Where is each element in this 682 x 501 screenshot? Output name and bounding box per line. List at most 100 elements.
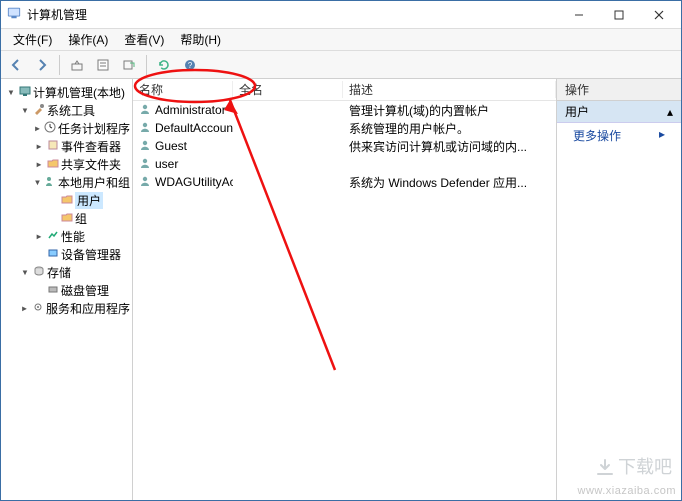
back-button[interactable] xyxy=(5,54,27,76)
expander-icon[interactable]: ▸ xyxy=(19,301,30,315)
actions-more[interactable]: 更多操作 ▸ xyxy=(557,123,681,148)
user-desc: 系统管理的用户帐户。 xyxy=(343,120,556,137)
tools-icon xyxy=(33,103,45,118)
chevron-right-icon: ▸ xyxy=(659,127,665,141)
label: 用户 xyxy=(75,192,103,209)
label: 设备管理器 xyxy=(61,246,121,263)
tree-pane[interactable]: ▾ 计算机管理(本地) ▾ 系统工具 ▸任务计划程序 xyxy=(1,79,133,500)
menu-help[interactable]: 帮助(H) xyxy=(172,29,229,50)
user-icon xyxy=(139,175,151,190)
label: 性能 xyxy=(61,228,85,245)
gear-icon xyxy=(32,301,44,316)
toolbar-separator-2 xyxy=(146,55,147,75)
expander-icon[interactable]: ▸ xyxy=(33,229,45,243)
tree-sys-tools[interactable]: ▾ 系统工具 xyxy=(19,101,130,119)
folder-icon xyxy=(61,193,73,208)
computer-icon xyxy=(19,85,31,100)
close-button[interactable] xyxy=(639,3,679,27)
list-row[interactable]: WDAGUtilityAccount 系统为 Windows Defender 应… xyxy=(133,173,556,191)
actions-header: 操作 xyxy=(557,79,681,101)
expander-icon[interactable]: ▸ xyxy=(33,139,45,153)
export-button[interactable] xyxy=(118,54,140,76)
menu-view[interactable]: 查看(V) xyxy=(116,29,172,50)
help-button[interactable]: ? xyxy=(179,54,201,76)
user-name: WDAGUtilityAccount xyxy=(155,175,233,189)
tree-disk-management[interactable]: 磁盘管理 xyxy=(33,281,130,299)
toolbar-separator xyxy=(59,55,60,75)
forward-button[interactable] xyxy=(31,54,53,76)
user-icon xyxy=(139,157,151,172)
clock-icon xyxy=(44,121,56,136)
user-name: Guest xyxy=(155,139,187,153)
actions-group-header[interactable]: 用户 ▴ xyxy=(557,101,681,123)
window-title: 计算机管理 xyxy=(27,6,559,23)
tree-groups[interactable]: 组 xyxy=(47,209,130,227)
window-buttons xyxy=(559,3,679,27)
list-row[interactable]: DefaultAccount 系统管理的用户帐户。 xyxy=(133,119,556,137)
expander-icon[interactable]: ▾ xyxy=(5,85,17,99)
user-desc: 供来宾访问计算机或访问域的内... xyxy=(343,138,556,155)
col-header-fullname[interactable]: 全名 xyxy=(233,81,343,98)
user-name: DefaultAccount xyxy=(155,121,233,135)
user-icon xyxy=(139,121,151,136)
label: 事件查看器 xyxy=(61,138,121,155)
menubar: 文件(F) 操作(A) 查看(V) 帮助(H) xyxy=(1,29,681,51)
label: 本地用户和组 xyxy=(58,174,130,191)
chart-icon xyxy=(47,229,59,244)
toolbar: ? xyxy=(1,51,681,79)
tree-shared-folders[interactable]: ▸ 共享文件夹 xyxy=(33,155,130,173)
list-row[interactable]: Administrator管理计算机(域)的内置帐户 xyxy=(133,101,556,119)
tree-root-label: 计算机管理(本地) xyxy=(33,84,125,101)
expander-icon[interactable]: ▸ xyxy=(33,121,42,135)
tree-task-scheduler[interactable]: ▸任务计划程序 xyxy=(33,119,130,137)
maximize-button[interactable] xyxy=(599,3,639,27)
expander-icon[interactable]: ▾ xyxy=(19,265,31,279)
label: 存储 xyxy=(47,264,71,281)
watermark: www.xiazaiba.com xyxy=(578,485,676,497)
up-button[interactable] xyxy=(66,54,88,76)
properties-button[interactable] xyxy=(92,54,114,76)
label: 服务和应用程序 xyxy=(46,300,130,317)
tree-services-apps[interactable]: ▸ 服务和应用程序 xyxy=(19,299,130,317)
tree-event-viewer[interactable]: ▸ 事件查看器 xyxy=(33,137,130,155)
menu-action[interactable]: 操作(A) xyxy=(60,29,116,50)
window: 计算机管理 文件(F) 操作(A) 查看(V) 帮助(H) ? xyxy=(0,0,682,501)
tree-users[interactable]: 用户 xyxy=(47,191,130,209)
label: 系统工具 xyxy=(47,102,95,119)
label: 共享文件夹 xyxy=(61,156,121,173)
actions-more-label: 更多操作 xyxy=(573,129,621,143)
user-desc: 系统为 Windows Defender 应用... xyxy=(343,174,556,191)
user-icon xyxy=(139,103,151,118)
list-row[interactable]: Guest 供来宾访问计算机或访问域的内... xyxy=(133,137,556,155)
list-body[interactable]: Administrator管理计算机(域)的内置帐户DefaultAccount… xyxy=(133,101,556,500)
expander-icon[interactable]: ▾ xyxy=(19,103,31,117)
col-header-name[interactable]: 名称 xyxy=(133,81,233,98)
folder-icon xyxy=(47,157,59,172)
device-icon xyxy=(47,247,59,262)
storage-icon xyxy=(33,265,45,280)
book-icon xyxy=(47,139,59,154)
chevron-up-icon: ▴ xyxy=(667,105,673,119)
user-name: user xyxy=(155,157,178,171)
tree-local-users-groups[interactable]: ▾ 本地用户和组 xyxy=(33,173,130,191)
titlebar: 计算机管理 xyxy=(1,1,681,29)
refresh-button[interactable] xyxy=(153,54,175,76)
disk-icon xyxy=(47,283,59,298)
tree-performance[interactable]: ▸ 性能 xyxy=(33,227,130,245)
menu-file[interactable]: 文件(F) xyxy=(5,29,60,50)
tree-device-manager[interactable]: 设备管理器 xyxy=(33,245,130,263)
tree-root[interactable]: ▾ 计算机管理(本地) xyxy=(5,83,130,101)
expander-icon[interactable]: ▾ xyxy=(33,175,42,189)
user-name: Administrator xyxy=(155,103,226,117)
label: 组 xyxy=(75,210,87,227)
actions-group-label: 用户 xyxy=(565,103,589,120)
body: ▾ 计算机管理(本地) ▾ 系统工具 ▸任务计划程序 xyxy=(1,79,681,500)
col-header-desc[interactable]: 描述 xyxy=(343,81,556,98)
label: 磁盘管理 xyxy=(61,282,109,299)
expander-icon[interactable]: ▸ xyxy=(33,157,45,171)
user-icon xyxy=(139,139,151,154)
list-row[interactable]: user xyxy=(133,155,556,173)
minimize-button[interactable] xyxy=(559,3,599,27)
tree-storage[interactable]: ▾ 存储 xyxy=(19,263,130,281)
users-icon xyxy=(44,175,56,190)
